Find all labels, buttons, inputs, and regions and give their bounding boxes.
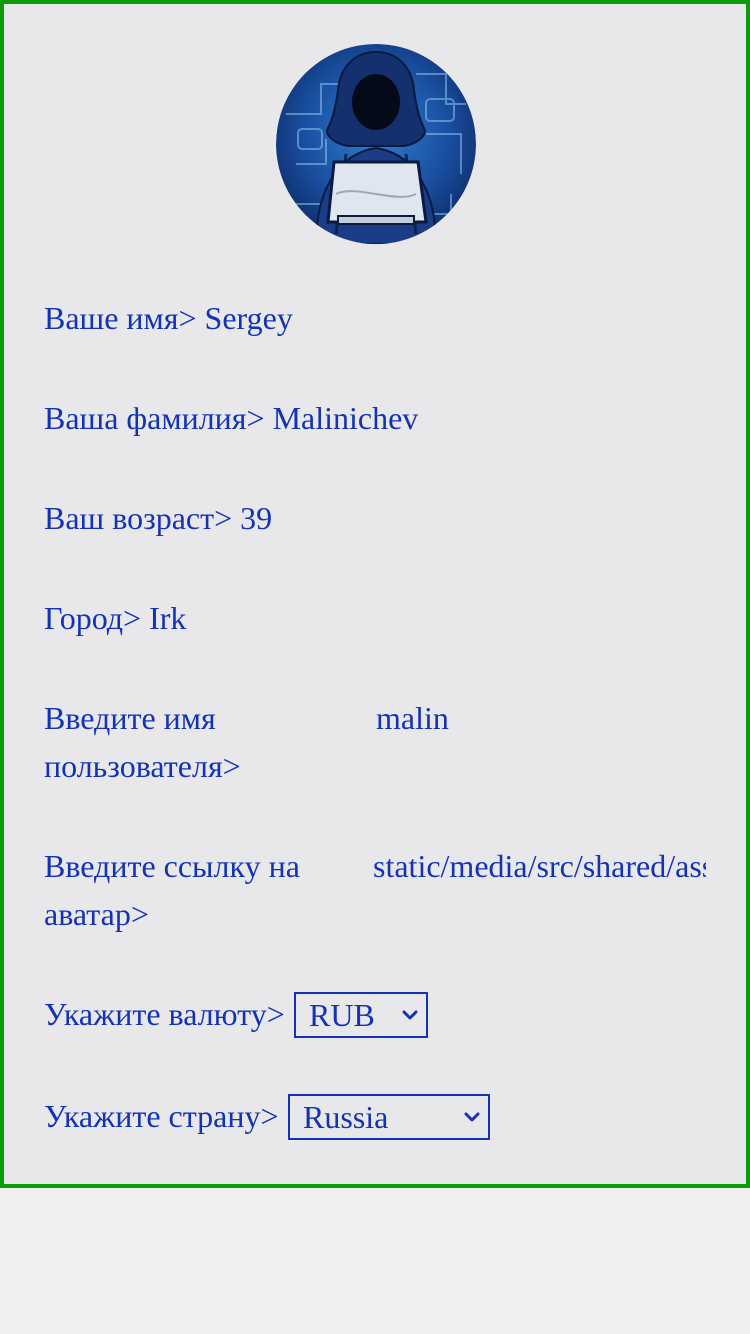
currency-select[interactable]: RUB [294, 992, 428, 1038]
city-row: Город> Irk [44, 594, 186, 642]
avatar-link-row: Введите ссылку на аватар> static/media/s… [44, 842, 706, 938]
city-field[interactable]: Irk [149, 600, 186, 636]
username-label: Введите имя пользователя> [44, 700, 241, 784]
first-name-field[interactable]: Sergey [205, 300, 293, 336]
country-label: Укажите страну> [44, 1098, 279, 1134]
username-field[interactable]: malin [376, 694, 706, 742]
avatar [276, 44, 476, 244]
avatar-link-label: Введите ссылку на аватар> [44, 848, 300, 932]
country-selected-value: Russia [303, 1099, 389, 1135]
last-name-label: Ваша фамилия> [44, 400, 265, 436]
avatar-link-field[interactable]: static/media/src/shared/assets [373, 842, 706, 890]
age-row: Ваш возраст> 39 [44, 494, 272, 542]
city-label: Город> [44, 600, 142, 636]
first-name-row: Ваше имя> Sergey [44, 294, 293, 342]
chevron-down-icon [464, 1112, 480, 1122]
chevron-down-icon [402, 1010, 418, 1020]
first-name-label: Ваше имя> [44, 300, 197, 336]
last-name-field[interactable]: Malinichev [273, 400, 419, 436]
currency-label: Укажите валюту> [44, 996, 285, 1032]
username-row: Введите имя пользователя> malin [44, 694, 706, 790]
profile-card: Ваше имя> Sergey Ваша фамилия> Malinichev … [0, 0, 750, 1188]
hacker-avatar-icon [276, 44, 476, 244]
age-field[interactable]: 39 [240, 500, 272, 536]
country-select[interactable]: Russia [288, 1094, 490, 1140]
last-name-row: Ваша фамилия> Malinichev [44, 394, 418, 442]
age-label: Ваш возраст> [44, 500, 233, 536]
country-row: Укажите страну> Russia [44, 1092, 706, 1142]
currency-selected-value: RUB [309, 997, 375, 1033]
currency-row: Укажите валюту> RUB [44, 990, 706, 1040]
